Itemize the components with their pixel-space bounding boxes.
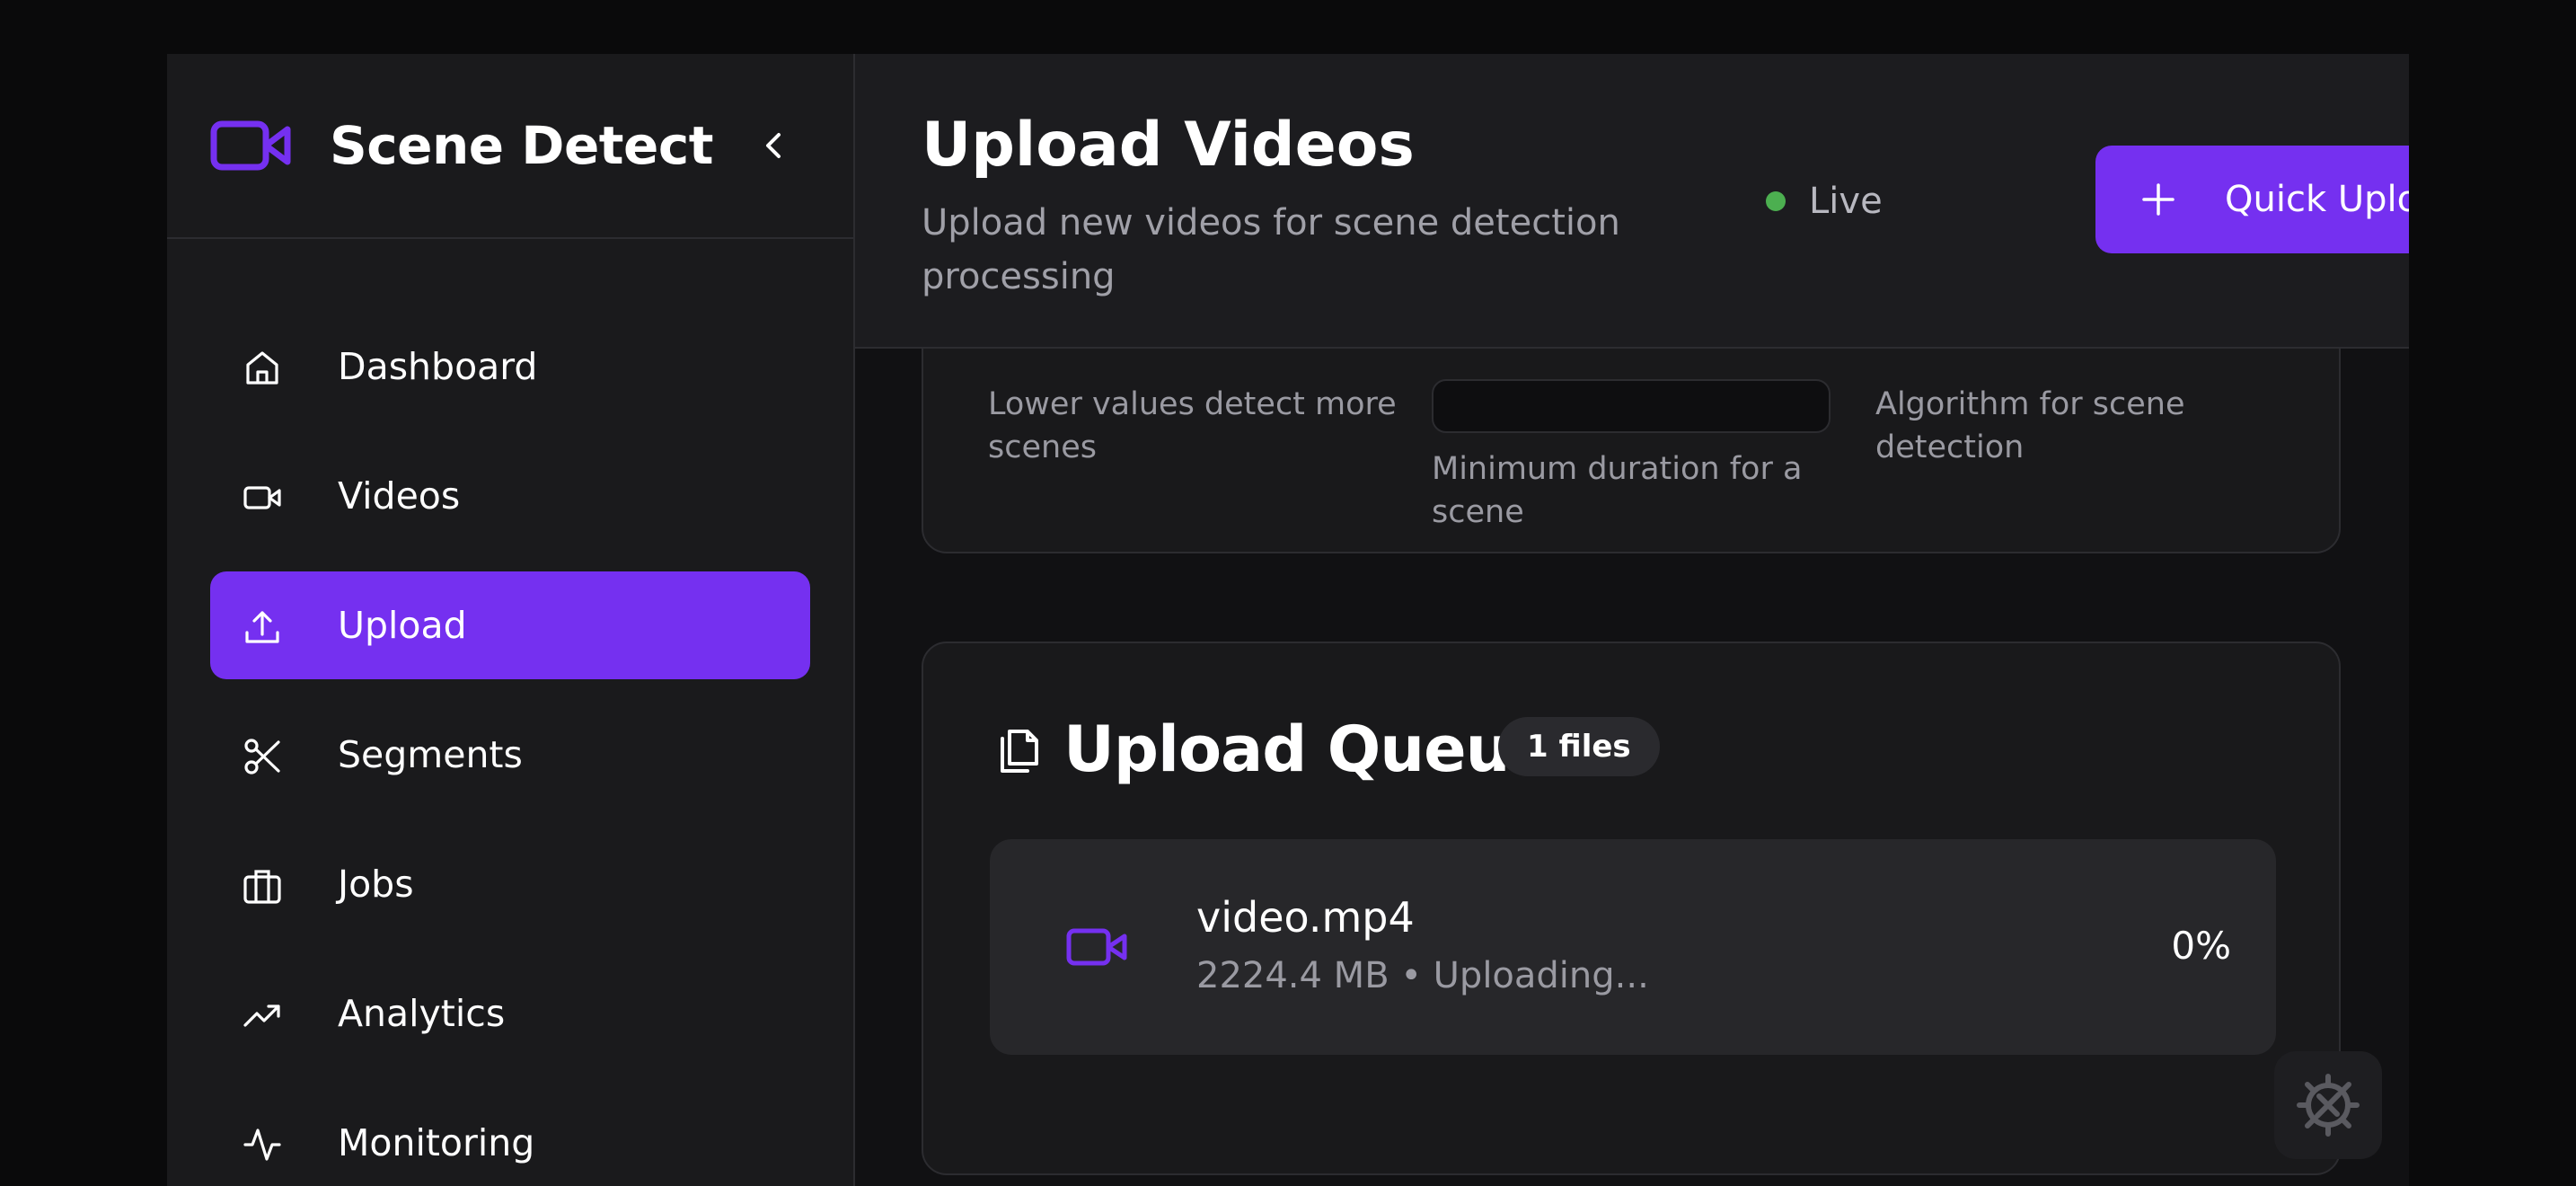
upload-queue-title: Upload Queue bbox=[1063, 712, 1552, 786]
quick-upload-label: Quick Upload bbox=[2225, 179, 2409, 220]
file-count-badge: 1 files bbox=[1498, 717, 1660, 776]
live-status-dot bbox=[1766, 191, 1786, 211]
brand-header: Scene Detect bbox=[167, 54, 853, 239]
sidebar-item-label: Dashboard bbox=[338, 345, 538, 388]
trending-up-icon bbox=[243, 1005, 280, 1027]
live-status-label: Live bbox=[1809, 181, 1883, 222]
sidebar-item-label: Segments bbox=[338, 733, 523, 776]
sidebar-item-label: Monitoring bbox=[338, 1121, 535, 1164]
list-item[interactable]: video.mp4 2224.4 MB • Uploading... 0% bbox=[990, 839, 2276, 1055]
sidebar: Scene Detect Dashboard Videos Upload Seg… bbox=[167, 54, 855, 1186]
upload-progress-percent: 0% bbox=[2171, 924, 2231, 968]
upload-queue-card: Upload Queue 1 files video.mp4 2224.4 MB… bbox=[922, 642, 2341, 1175]
sidebar-item-label: Jobs bbox=[338, 863, 414, 906]
upload-icon bbox=[245, 611, 279, 643]
sidebar-nav: Dashboard Videos Upload Segments Jobs An… bbox=[210, 313, 810, 1186]
sidebar-item-label: Analytics bbox=[338, 992, 506, 1035]
file-name: video.mp4 bbox=[1196, 893, 1415, 942]
quick-upload-button[interactable]: Quick Upload bbox=[2095, 146, 2409, 253]
scissors-icon bbox=[244, 739, 280, 774]
video-file-icon bbox=[1066, 928, 1127, 966]
files-icon bbox=[1001, 730, 1038, 773]
min-duration-input[interactable] bbox=[1432, 379, 1831, 433]
plus-icon bbox=[2142, 183, 2175, 216]
app-title: Scene Detect bbox=[330, 115, 713, 176]
video-camera-logo-icon bbox=[210, 120, 291, 171]
dev-tools-button[interactable] bbox=[2274, 1051, 2382, 1159]
briefcase-icon bbox=[243, 870, 281, 904]
gear-tools-icon bbox=[2297, 1074, 2360, 1137]
sidebar-item-label: Videos bbox=[338, 474, 461, 518]
sidebar-item-segments[interactable]: Segments bbox=[210, 701, 810, 809]
algorithm-help-text: Algorithm for scene detection bbox=[1875, 386, 2185, 465]
sidebar-item-upload[interactable]: Upload bbox=[210, 571, 810, 679]
activity-icon bbox=[243, 1128, 281, 1161]
min-duration-help-text: Minimum duration for a scene bbox=[1432, 451, 1803, 530]
sidebar-item-analytics[interactable]: Analytics bbox=[210, 960, 810, 1067]
sidebar-item-dashboard[interactable]: Dashboard bbox=[210, 313, 810, 420]
sidebar-item-label: Upload bbox=[338, 604, 467, 647]
sidebar-item-jobs[interactable]: Jobs bbox=[210, 830, 810, 938]
page-header: Upload Videos Upload new videos for scen… bbox=[855, 54, 2409, 349]
sidebar-item-videos[interactable]: Videos bbox=[210, 442, 810, 550]
page-title: Upload Videos bbox=[922, 110, 1415, 181]
app-window: Scene Detect Dashboard Videos Upload Seg… bbox=[167, 54, 2409, 1186]
page-subtitle: Upload new videos for scene detection pr… bbox=[922, 202, 1620, 297]
threshold-help-text: Lower values detect more scenes bbox=[988, 386, 1397, 465]
sidebar-item-monitoring[interactable]: Monitoring bbox=[210, 1089, 810, 1186]
home-icon bbox=[246, 351, 278, 385]
chevron-left-icon[interactable] bbox=[756, 128, 792, 164]
live-status: Live bbox=[1766, 174, 1883, 228]
video-icon bbox=[243, 486, 281, 509]
file-meta: 2224.4 MB • Uploading... bbox=[1196, 955, 1649, 996]
